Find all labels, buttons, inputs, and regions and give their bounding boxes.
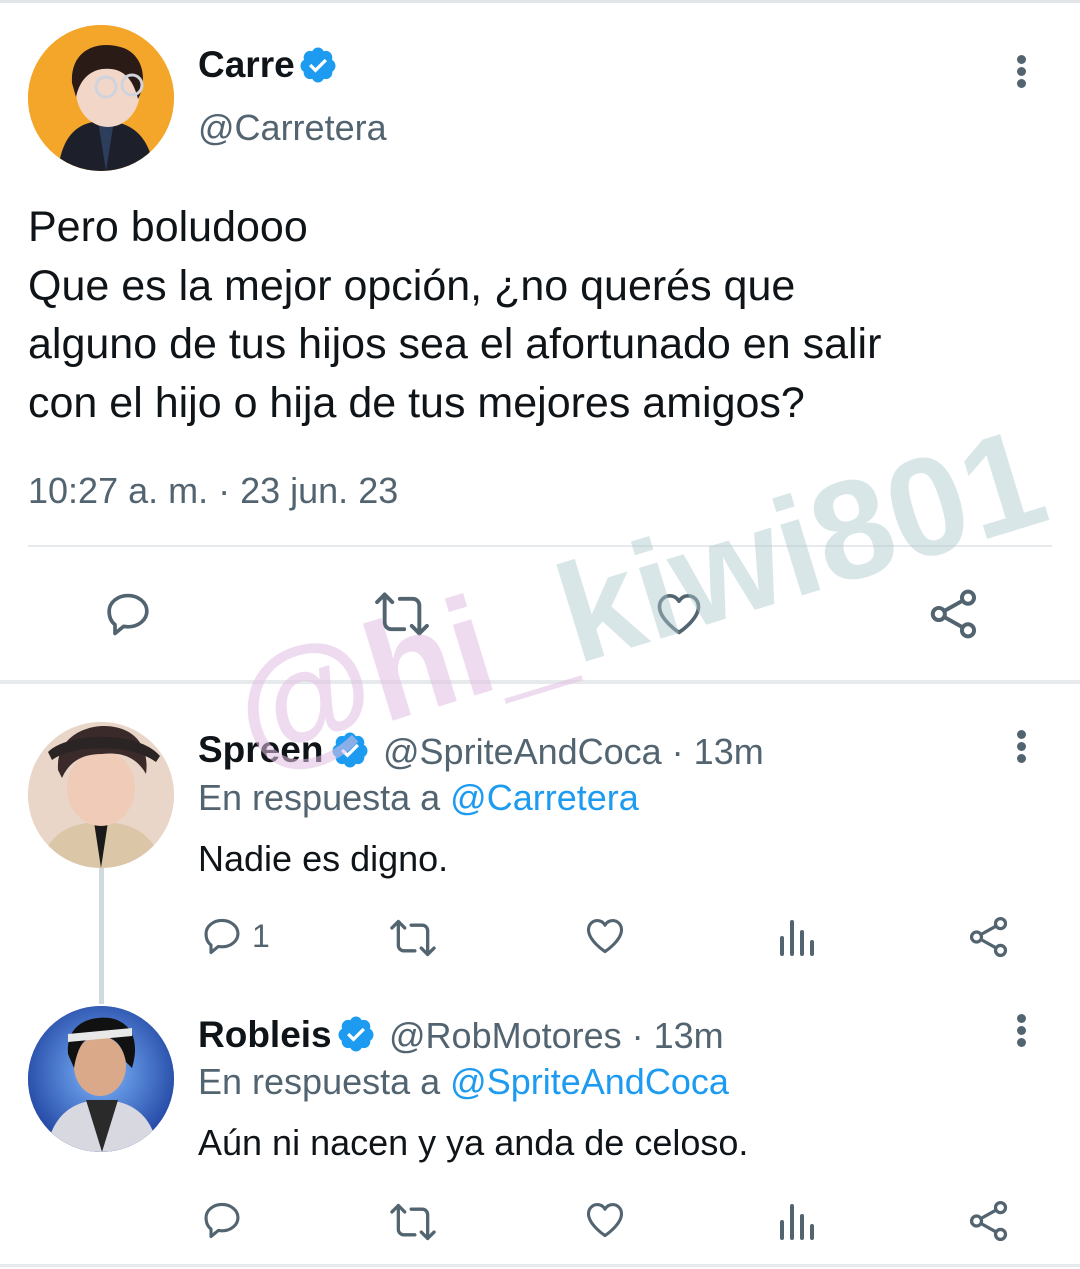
author-name[interactable]: Robleis	[198, 1014, 332, 1056]
reply-count: 1	[252, 918, 270, 954]
analytics-icon[interactable]	[776, 1198, 816, 1242]
tweet-text-line: alguno de tus hijos sea el afortunado en…	[28, 320, 882, 368]
avatar-illustration	[28, 722, 174, 868]
reply-icon[interactable]	[200, 1198, 244, 1242]
reply-text: Nadie es digno.	[198, 838, 449, 879]
retweet-icon[interactable]	[386, 1200, 440, 1244]
mention-link[interactable]: @Carretera	[450, 777, 639, 818]
reply-text: Aún ni nacen y ya anda de celoso.	[198, 1122, 749, 1163]
like-icon[interactable]	[652, 588, 706, 640]
tweet-timestamp[interactable]: 10:27 a. m. · 23 jun. 23	[28, 470, 398, 512]
mention-link[interactable]: @SpriteAndCoca	[450, 1061, 729, 1102]
reply-context-label: En respuesta a	[198, 777, 441, 818]
more-options-icon[interactable]	[1011, 730, 1031, 770]
reply-icon[interactable]	[102, 588, 154, 640]
avatar[interactable]	[28, 25, 174, 171]
reply-icon[interactable]	[200, 914, 244, 958]
reply-context-label: En respuesta a	[198, 1061, 441, 1102]
share-icon[interactable]	[966, 1198, 1012, 1244]
more-options-icon[interactable]	[1011, 55, 1031, 95]
reply-context: En respuesta a @Carretera	[198, 777, 639, 819]
tweet-text-line: con el hijo o hija de tus mejores amigos…	[28, 378, 805, 427]
avatar-illustration	[28, 25, 174, 171]
more-options-icon[interactable]	[1011, 1014, 1031, 1054]
author-name[interactable]: Spreen	[198, 729, 323, 771]
verified-badge-icon	[336, 1014, 376, 1054]
share-icon[interactable]	[926, 586, 982, 642]
avatar[interactable]	[28, 722, 174, 868]
tweet-text-line: Pero boludooo	[28, 203, 308, 251]
verified-badge-icon	[330, 730, 370, 770]
tweet-text: Pero boludooo Que es la mejor opción, ¿n…	[28, 198, 1058, 432]
reply-context: En respuesta a @SpriteAndCoca	[198, 1061, 729, 1103]
retweet-icon[interactable]	[370, 588, 434, 640]
like-icon[interactable]	[582, 914, 628, 958]
analytics-icon[interactable]	[776, 914, 816, 958]
verified-badge-icon	[298, 45, 338, 85]
tweet-text-line: Que es la mejor opción, ¿no querés que	[28, 261, 796, 310]
author-name[interactable]: Carre	[198, 44, 295, 86]
like-icon[interactable]	[582, 1198, 628, 1242]
share-icon[interactable]	[966, 914, 1012, 960]
retweet-icon[interactable]	[386, 916, 440, 960]
top-border	[0, 0, 1080, 3]
author-handle[interactable]: @Carretera	[198, 107, 387, 149]
thread-line	[99, 868, 104, 1004]
section-divider	[0, 680, 1080, 684]
author-handle[interactable]: @SpriteAndCoca · 13m	[383, 731, 764, 773]
divider	[28, 545, 1052, 547]
bottom-border	[0, 1264, 1080, 1267]
avatar[interactable]	[28, 1006, 174, 1152]
avatar-illustration	[28, 1006, 174, 1152]
author-handle[interactable]: @RobMotores · 13m	[389, 1015, 724, 1057]
